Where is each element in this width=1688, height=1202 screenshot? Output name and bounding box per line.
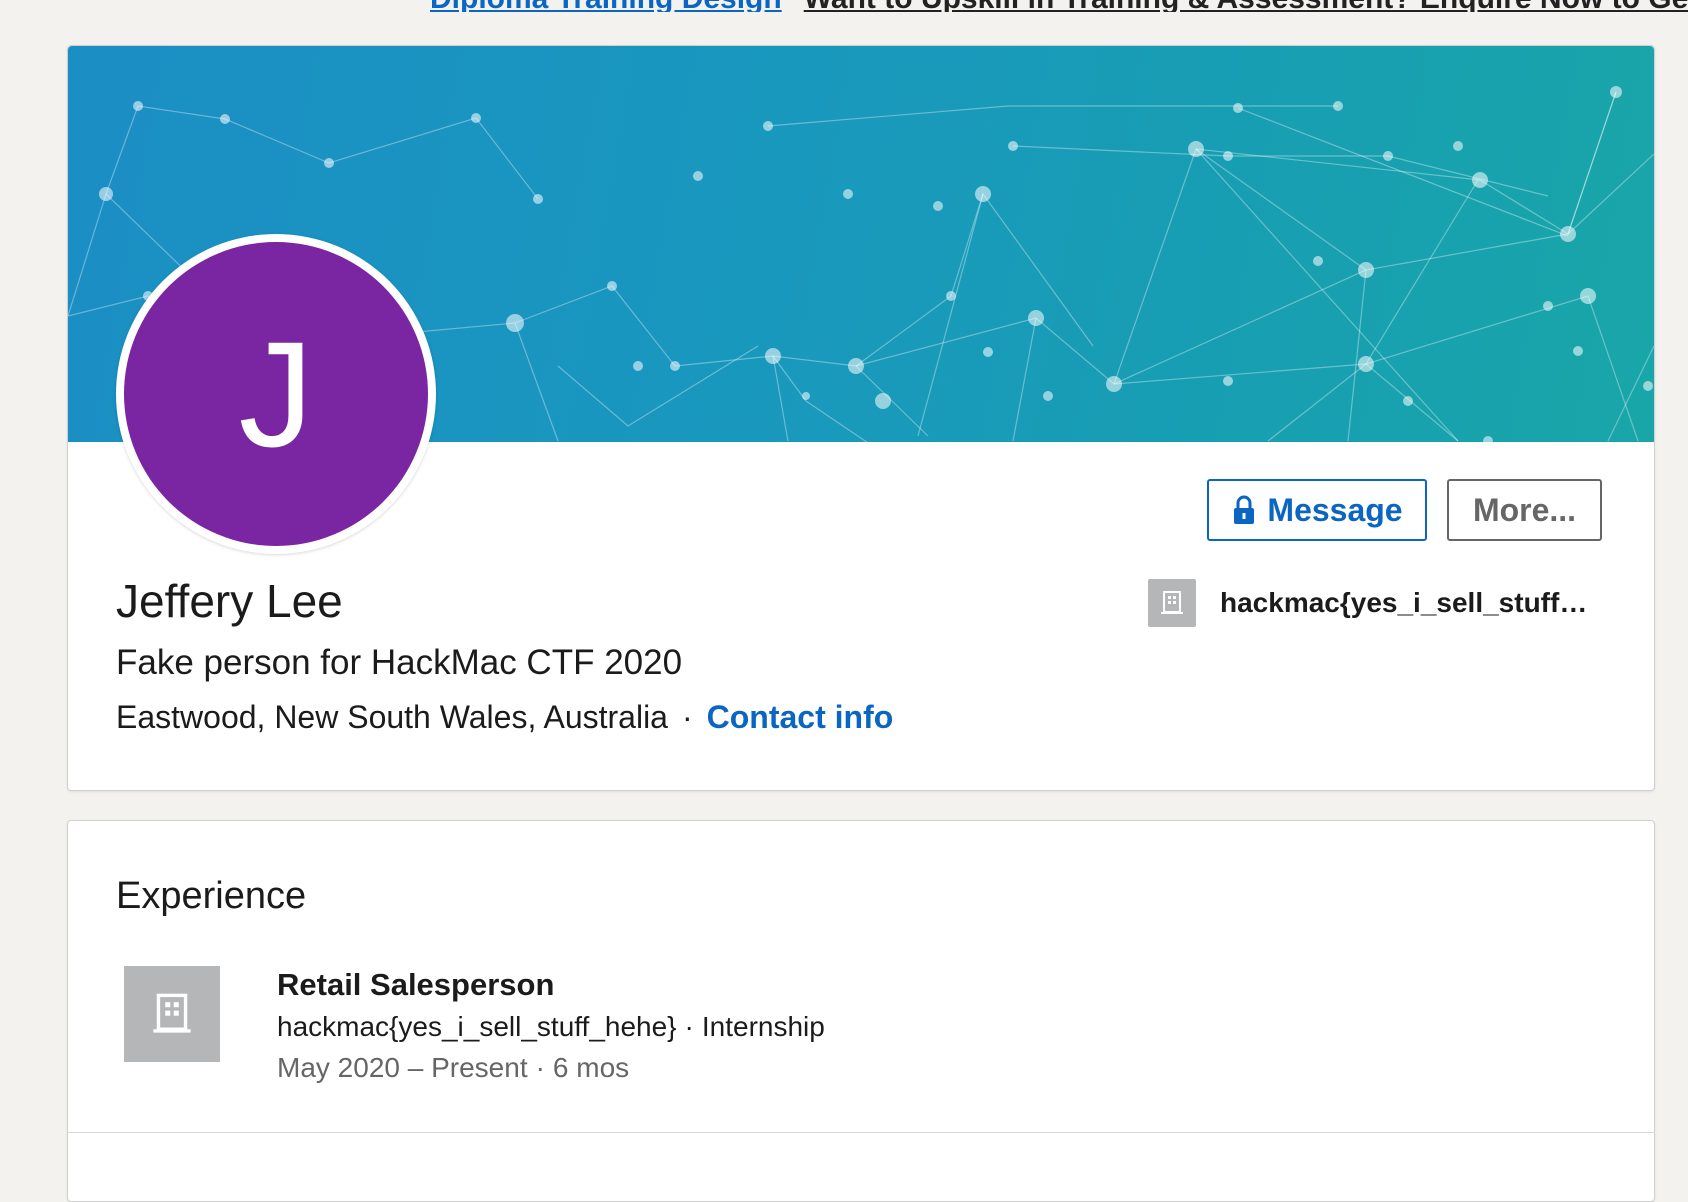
experience-company-line: hackmac{yes_i_sell_stuff_hehe} · Internshi… — [277, 1011, 825, 1043]
experience-section: Experience Retail Salesperson hackmac{ye… — [67, 820, 1655, 1202]
more-button-label: More... — [1472, 491, 1577, 528]
contact-info-link[interactable]: Contact info — [707, 699, 894, 735]
separator-dot: · — [681, 699, 693, 735]
profile-location-line: Eastwood, New South Wales, Australia · Con… — [116, 699, 893, 736]
ad-link[interactable]: Diploma Training Design — [430, 0, 782, 12]
current-company-name: hackmac{yes_i_sell_stuff_hehe} — [1220, 587, 1590, 618]
separator-dot: · — [684, 1011, 694, 1042]
building-icon — [153, 993, 191, 1033]
current-company-link[interactable]: hackmac{yes_i_sell_stuff_hehe} — [1148, 579, 1598, 627]
experience-company-logo[interactable] — [124, 966, 220, 1062]
separator-dot: · — [535, 1052, 545, 1083]
message-button-label: Message — [1267, 491, 1403, 528]
experience-date-range: May 2020 – Present — [277, 1052, 528, 1083]
experience-heading: Experience — [116, 875, 307, 917]
avatar-initial: J — [238, 310, 314, 478]
building-icon — [1161, 591, 1183, 614]
profile-photo[interactable]: J — [116, 234, 436, 554]
experience-duration: 6 mos — [552, 1052, 630, 1083]
experience-role[interactable]: Retail Salesperson — [277, 967, 554, 1003]
experience-dates-line: May 2020 – Present · 6 mos — [277, 1052, 629, 1084]
ad-text[interactable]: Want to Upskill in Training & Assessment… — [804, 0, 1688, 12]
more-button[interactable]: More... — [1447, 479, 1602, 541]
message-button[interactable]: Message — [1207, 479, 1427, 541]
profile-headline: Fake person for HackMac CTF 2020 — [116, 643, 683, 682]
lock-icon — [1234, 495, 1255, 524]
profile-location: Eastwood, New South Wales, Australia — [116, 699, 668, 735]
experience-employment-type: Internship — [701, 1011, 825, 1042]
profile-name: Jeffery Lee — [116, 575, 343, 627]
profile-top-card: J Message More... Jeffery Lee Fake perso… — [67, 45, 1655, 791]
experience-company: hackmac{yes_i_sell_stuff_hehe} — [277, 1011, 677, 1042]
sponsored-ad-banner: Diploma Training Design Want to Upskill i… — [430, 0, 1688, 12]
company-logo — [1148, 579, 1196, 627]
divider — [68, 1132, 1654, 1133]
avatar: J — [124, 242, 428, 546]
